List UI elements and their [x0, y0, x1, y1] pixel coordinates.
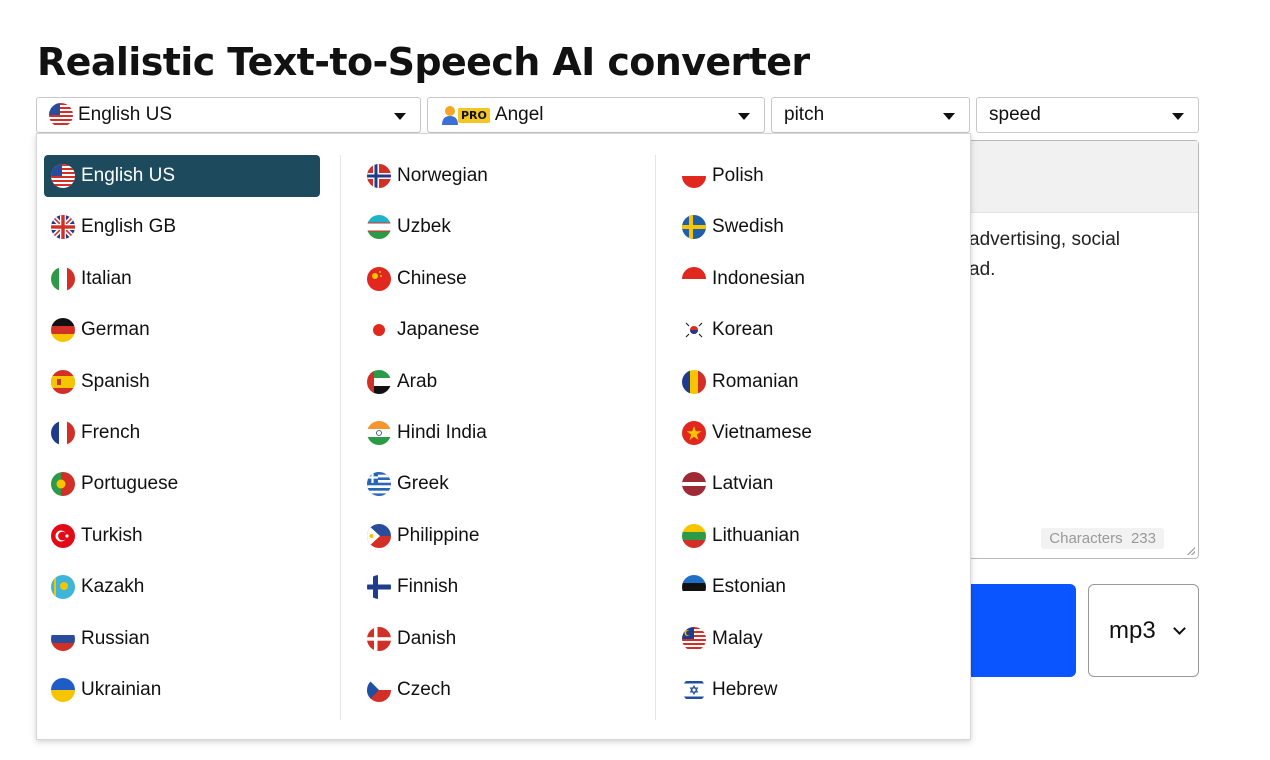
resize-handle[interactable] [1187, 547, 1195, 555]
flag-ph-icon [367, 523, 391, 548]
language-column-1: English US English GB Italian German Spa… [44, 155, 320, 720]
language-option-czech[interactable]: Czech [360, 669, 636, 711]
flag-es-icon [51, 369, 75, 394]
language-option-romanian[interactable]: Romanian [675, 361, 951, 403]
language-option-italian[interactable]: Italian [44, 258, 320, 300]
flag-kr-icon [682, 318, 706, 343]
language-option-japanese[interactable]: Japanese [360, 309, 636, 351]
flag-ru-icon [51, 626, 75, 651]
flag-lv-icon [682, 472, 706, 497]
flag-gr-icon [367, 472, 391, 497]
flag-fr-icon [51, 420, 75, 445]
flag-id-icon [682, 266, 706, 291]
flag-jp-icon [367, 318, 391, 343]
language-option-estonian[interactable]: Estonian [675, 566, 951, 608]
text-editor[interactable]: advertising, social ad. Characters 233 [960, 140, 1199, 559]
editor-toolbar [961, 141, 1198, 213]
flag-vn-icon [682, 420, 706, 445]
language-select[interactable]: English US [36, 97, 421, 133]
language-column-2: Norwegian Uzbek Chinese Japanese Arab Hi… [360, 155, 636, 720]
flag-ro-icon [682, 369, 706, 394]
speed-select[interactable]: speed [976, 97, 1199, 133]
pitch-select[interactable]: pitch [771, 97, 970, 133]
flag-dk-icon [367, 626, 391, 651]
caret-down-icon [1172, 113, 1184, 120]
language-option-chinese[interactable]: Chinese [360, 258, 636, 300]
flag-il-icon [682, 677, 706, 702]
language-option-arab[interactable]: Arab [360, 361, 636, 403]
language-option-malay[interactable]: Malay [675, 618, 951, 660]
user-icon [442, 105, 458, 125]
language-option-latvian[interactable]: Latvian [675, 463, 951, 505]
editor-text[interactable]: advertising, social ad. [969, 225, 1169, 285]
language-option-finnish[interactable]: Finnish [360, 566, 636, 608]
flag-no-icon [367, 164, 391, 188]
flag-ee-icon [682, 575, 706, 600]
language-option-greek[interactable]: Greek [360, 463, 636, 505]
pitch-select-value: pitch [784, 104, 825, 125]
language-option-philippine[interactable]: Philippine [360, 515, 636, 557]
column-divider [655, 155, 656, 720]
flag-ae-icon [367, 369, 391, 394]
language-option-russian[interactable]: Russian [44, 618, 320, 660]
voice-select[interactable]: PRO Angel [427, 97, 765, 133]
language-option-portuguese[interactable]: Portuguese [44, 463, 320, 505]
caret-down-icon [394, 113, 406, 120]
language-dropdown: English US English GB Italian German Spa… [36, 133, 971, 740]
flag-cz-icon [367, 677, 391, 702]
language-option-english-gb[interactable]: English GB [44, 206, 320, 248]
flag-kz-icon [51, 575, 75, 600]
column-divider [340, 155, 341, 720]
caret-down-icon [943, 113, 955, 120]
language-option-english-us[interactable]: English US [44, 155, 320, 197]
speed-select-value: speed [989, 104, 1041, 125]
format-select-value: mp3 [1109, 616, 1156, 644]
language-option-spanish[interactable]: Spanish [44, 361, 320, 403]
language-option-vietnamese[interactable]: Vietnamese [675, 412, 951, 454]
flag-in-icon [367, 420, 391, 445]
flag-tr-icon [51, 523, 75, 548]
format-select[interactable]: mp3 [1088, 584, 1199, 677]
language-option-indonesian[interactable]: Indonesian [675, 258, 951, 300]
language-option-french[interactable]: French [44, 412, 320, 454]
language-option-korean[interactable]: Korean [675, 309, 951, 351]
flag-it-icon [51, 266, 75, 291]
flag-gb-icon [51, 215, 75, 240]
language-select-value: English US [78, 104, 172, 125]
page-title: Realistic Text-to-Speech AI converter [37, 40, 810, 84]
language-option-german[interactable]: German [44, 309, 320, 351]
flag-de-icon [51, 318, 75, 343]
language-option-kazakh[interactable]: Kazakh [44, 566, 320, 608]
language-option-norwegian[interactable]: Norwegian [360, 155, 636, 197]
flag-pt-icon [51, 472, 75, 497]
flag-my-icon [682, 626, 706, 651]
flag-us-icon [49, 103, 73, 127]
voice-select-value: Angel [494, 104, 544, 125]
flag-us-icon [51, 164, 75, 188]
language-option-danish[interactable]: Danish [360, 618, 636, 660]
pro-badge: PRO [458, 107, 490, 123]
caret-down-icon [738, 113, 750, 120]
language-option-hindi-india[interactable]: Hindi India [360, 412, 636, 454]
flag-uz-icon [367, 215, 391, 240]
flag-se-icon [682, 215, 706, 240]
language-option-ukrainian[interactable]: Ukrainian [44, 669, 320, 711]
character-counter: Characters 233 [1041, 528, 1164, 549]
language-option-hebrew[interactable]: Hebrew [675, 669, 951, 711]
flag-fi-icon [367, 575, 391, 600]
chevron-down-icon [1173, 622, 1186, 635]
flag-lt-icon [682, 523, 706, 548]
language-option-polish[interactable]: Polish [675, 155, 951, 197]
flag-ua-icon [51, 677, 75, 702]
language-option-swedish[interactable]: Swedish [675, 206, 951, 248]
language-column-3: Polish Swedish Indonesian Korean Romania… [675, 155, 951, 720]
language-option-turkish[interactable]: Turkish [44, 515, 320, 557]
language-option-uzbek[interactable]: Uzbek [360, 206, 636, 248]
flag-cn-icon [367, 266, 391, 291]
language-option-lithuanian[interactable]: Lithuanian [675, 515, 951, 557]
flag-pl-icon [682, 164, 706, 188]
